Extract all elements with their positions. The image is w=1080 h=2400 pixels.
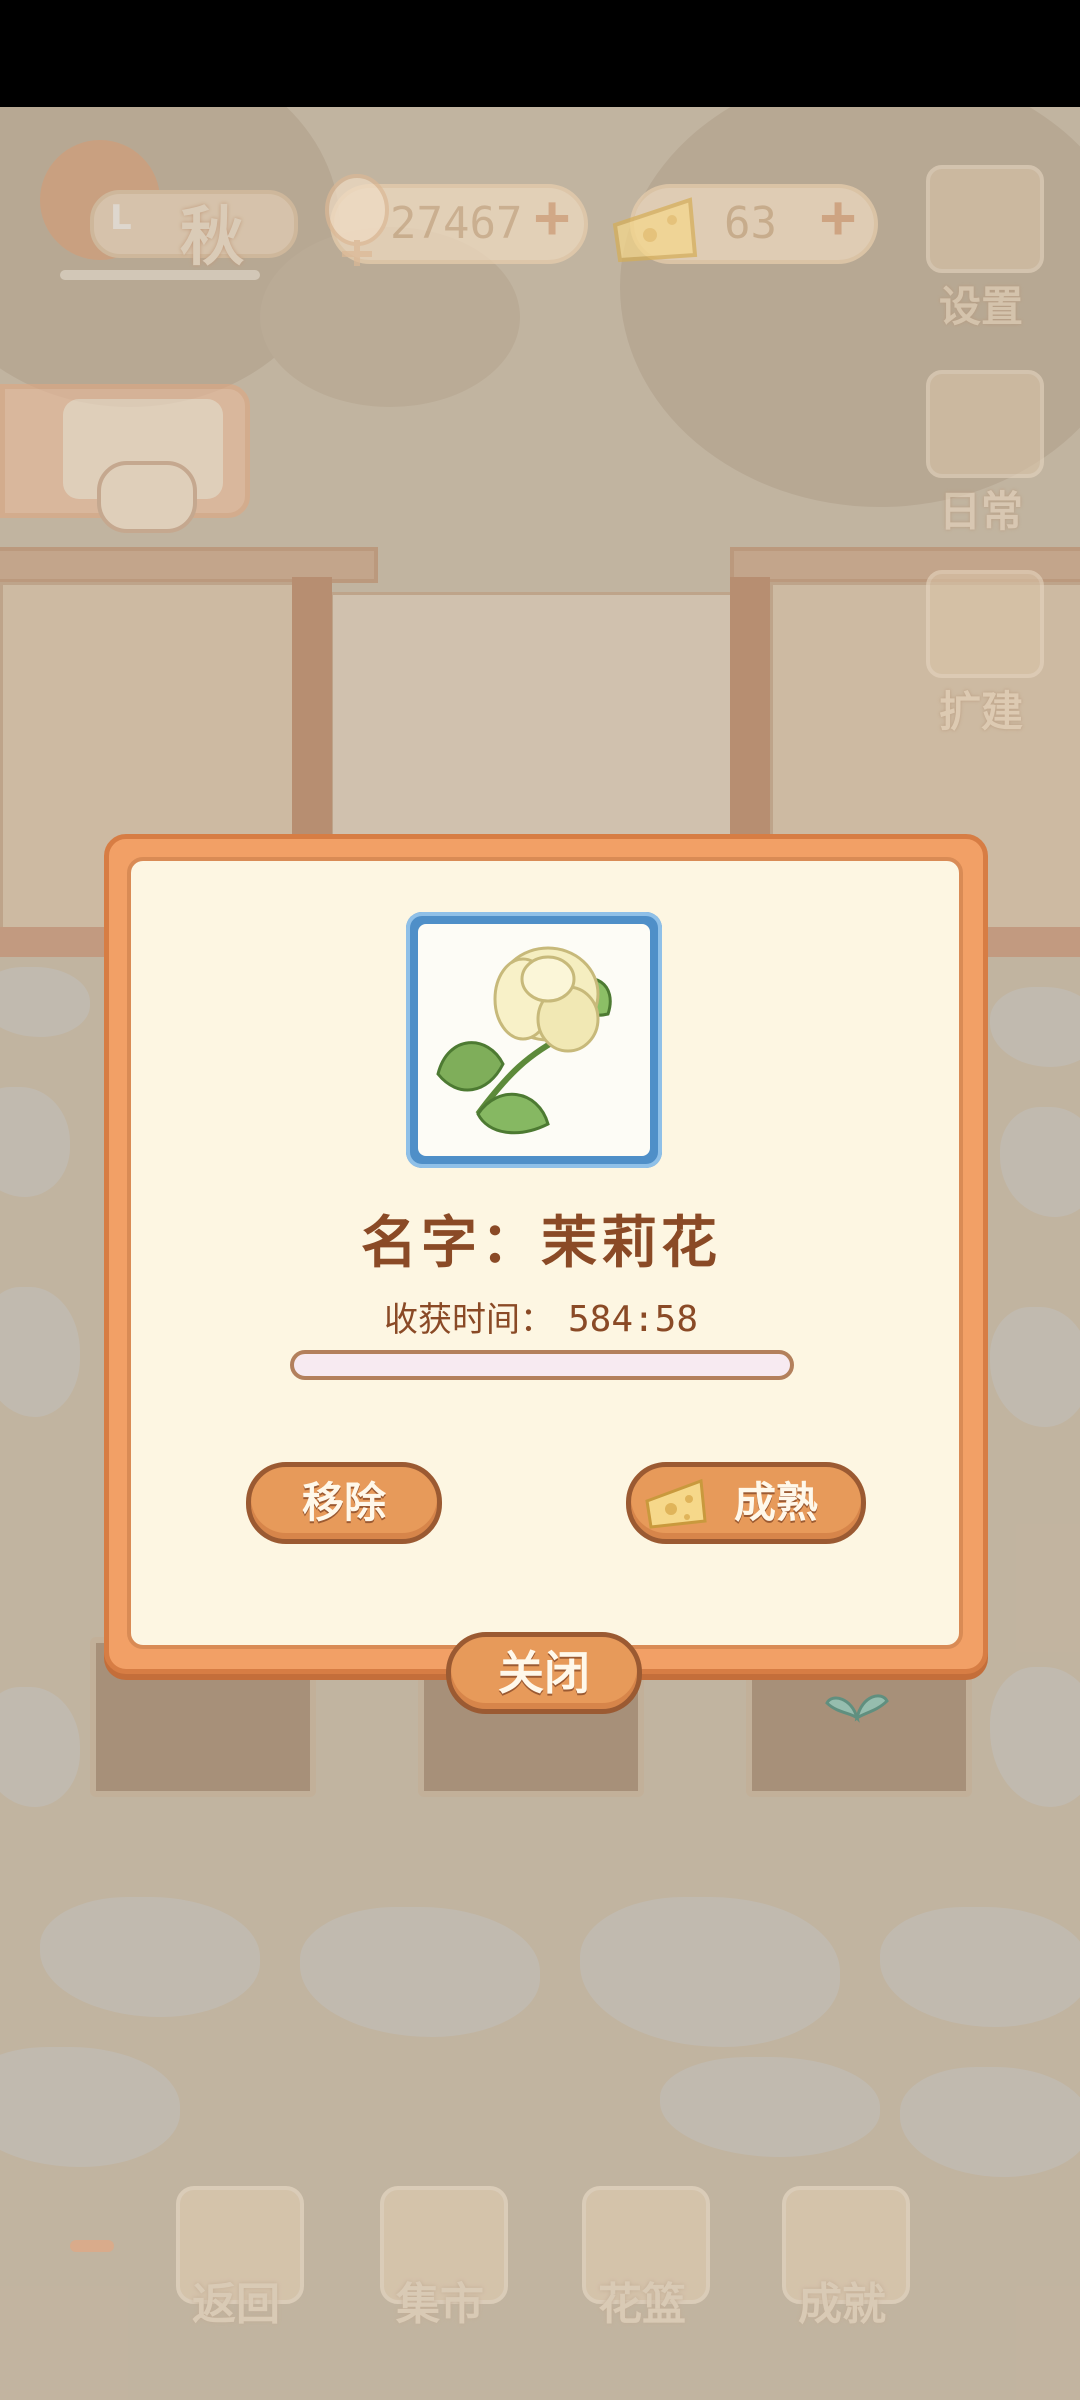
growth-progress-bar xyxy=(290,1350,794,1380)
player-level-badge[interactable]: L 秋 xyxy=(30,130,298,280)
level-prefix: L xyxy=(110,198,132,238)
name-value: 茉莉花 xyxy=(541,1211,721,1276)
status-bar xyxy=(0,0,1080,107)
name-label: 名字： xyxy=(361,1211,541,1276)
cheese-count: 63 xyxy=(724,198,777,249)
watering-ad-button[interactable] xyxy=(0,384,250,533)
mature-label: 成熟 xyxy=(733,1478,818,1527)
flower-icon xyxy=(436,946,612,1135)
nav-achievement-label: 成就 xyxy=(798,2279,886,2330)
remove-label: 移除 xyxy=(301,1478,386,1527)
remove-button[interactable]: 移除 xyxy=(246,1462,442,1544)
close-label: 关闭 xyxy=(498,1646,590,1700)
settings-button[interactable]: 设置 xyxy=(926,165,1044,334)
collapse-handle[interactable] xyxy=(70,2240,114,2252)
play-icon xyxy=(97,461,197,533)
add-fish-button[interactable]: + xyxy=(534,182,570,252)
daily-button[interactable]: 日常 xyxy=(926,370,1044,539)
harvest-label: 收获时间： xyxy=(383,1300,554,1340)
mature-button[interactable]: 成熟 xyxy=(626,1462,866,1544)
nav-basket[interactable]: 花篮 xyxy=(582,2186,710,2332)
plant-image-frame xyxy=(406,912,662,1168)
nav-achievement[interactable]: 成就 xyxy=(782,2186,910,2332)
plant-name: 名字：茉莉花 xyxy=(104,1198,978,1279)
cheese-icon xyxy=(645,1478,707,1529)
fish-count: 27467 xyxy=(390,198,523,249)
expand-button[interactable]: 扩建 xyxy=(926,570,1044,739)
daily-label: 日常 xyxy=(938,487,1023,536)
jasmine-flower-image xyxy=(418,924,650,1156)
nav-market[interactable]: 集市 xyxy=(380,2186,508,2332)
season-label: 秋 xyxy=(180,201,244,275)
nav-basket-label: 花篮 xyxy=(598,2279,686,2330)
harvest-time-value: 584:58 xyxy=(567,1299,699,1340)
fish-bone-icon xyxy=(325,174,389,266)
nav-back-label: 返回 xyxy=(192,2279,280,2330)
notice-icon xyxy=(926,370,1044,478)
hammer-icon xyxy=(926,570,1044,678)
expand-label: 扩建 xyxy=(938,687,1023,736)
settings-label: 设置 xyxy=(938,282,1023,331)
harvest-time-row: 收获时间： 584:58 xyxy=(104,1292,978,1341)
gear-icon xyxy=(926,165,1044,273)
cheese-icon xyxy=(612,197,698,263)
close-button[interactable]: 关闭 xyxy=(446,1632,642,1714)
add-cheese-button[interactable]: + xyxy=(820,182,856,252)
nav-back[interactable]: 返回 xyxy=(176,2186,304,2332)
nav-market-label: 集市 xyxy=(396,2279,484,2330)
exp-bar xyxy=(60,270,260,280)
